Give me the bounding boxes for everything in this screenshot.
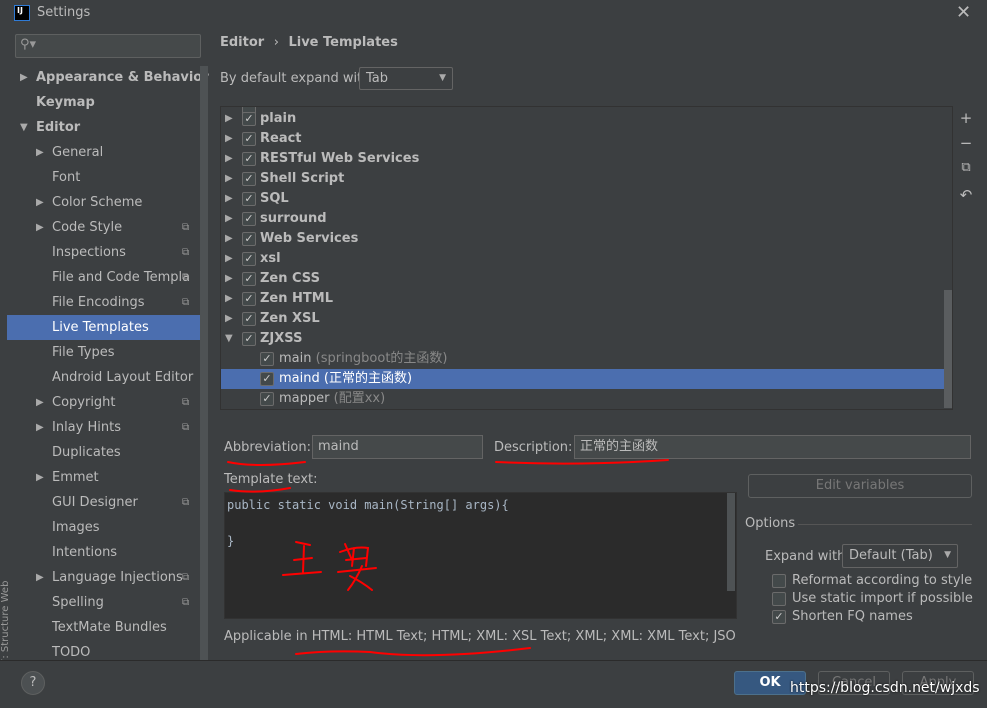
red-annotations	[227, 459, 669, 657]
handwritten-yao	[337, 543, 377, 591]
underline-description	[495, 459, 669, 465]
underline-applicable	[295, 647, 531, 657]
underline-abbreviation	[227, 461, 306, 466]
underline-template-text	[229, 487, 291, 493]
handwritten-zhu	[282, 541, 322, 576]
